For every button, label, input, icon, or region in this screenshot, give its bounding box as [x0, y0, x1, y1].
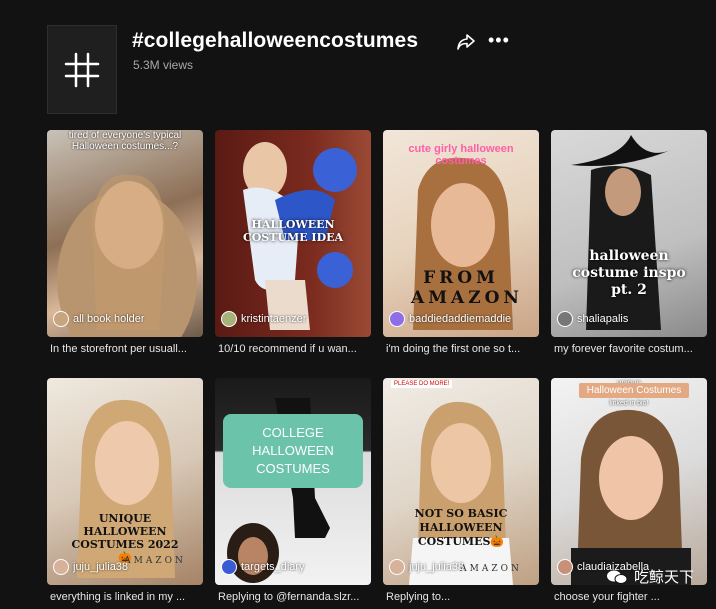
video-author[interactable]: juju_julia38	[53, 559, 128, 575]
hashtag-icon-box	[47, 25, 117, 114]
share-icon[interactable]	[456, 33, 476, 51]
author-name: shaliapalis	[577, 313, 629, 325]
video-card[interactable]: PLEASE DO MORE! NOT SO BASIC HALLOWEEN C…	[383, 378, 539, 585]
video-author[interactable]: juju_julia38	[389, 559, 464, 575]
avatar	[557, 559, 573, 575]
video-overlay-text: COLLEGE HALLOWEEN COSTUMES	[223, 414, 363, 488]
hashtag-icon	[64, 52, 100, 87]
video-card[interactable]: cute girly halloween costumes FROM AMAZO…	[383, 130, 539, 337]
video-overlay-sub: linked in bio!	[609, 400, 649, 407]
video-overlay-text: halloween costume inspo pt. 2	[572, 248, 686, 298]
avatar	[53, 559, 69, 575]
more-options-icon[interactable]: •••	[488, 31, 510, 49]
video-author[interactable]: shaliapalis	[557, 311, 628, 327]
video-overlay-text: HALLOWEEN COSTUME IDEA	[242, 218, 344, 244]
watermark-text: 吃鲸天下	[633, 569, 694, 586]
avatar	[389, 559, 405, 575]
video-thumbnail	[57, 174, 197, 337]
avatar	[221, 311, 237, 327]
video-overlay-label: PLEASE DO MORE!	[391, 380, 453, 388]
author-name: juju_julia38	[73, 561, 129, 573]
view-count: 5.3M views	[133, 58, 194, 72]
author-name: baddiedaddiemaddie	[409, 313, 512, 325]
video-author[interactable]: targets_diary	[221, 559, 305, 575]
video-overlay-text-secondary: FROM AMAZON	[411, 268, 523, 308]
video-caption[interactable]: Replying to @fernanda.slzr...	[218, 591, 374, 603]
video-card[interactable]: COLLEGE HALLOWEEN COSTUMES targets_diary	[215, 378, 371, 585]
watermark: 吃鲸天下	[606, 566, 694, 587]
avatar	[389, 311, 405, 327]
video-card[interactable]: unique Halloween Costumes linked in bio!…	[551, 378, 707, 585]
video-caption[interactable]: i'm doing the first one so t...	[386, 343, 542, 355]
avatar	[53, 311, 69, 327]
video-card[interactable]: tired of everyone's typical Halloween co…	[47, 130, 203, 337]
video-overlay-text: cute girly halloween costumes	[408, 143, 514, 167]
video-caption[interactable]: Replying to...	[386, 591, 542, 603]
video-thumbnail	[409, 401, 513, 585]
video-caption[interactable]: choose your fighter ...	[554, 591, 710, 603]
video-thumbnail	[571, 409, 691, 585]
video-overlay-text: NOT SO BASIC HALLOWEEN COSTUMES🎃	[414, 507, 508, 548]
video-overlay-text: Halloween Costumes	[579, 383, 689, 398]
wechat-icon	[606, 570, 628, 584]
author-name: all book holder	[73, 313, 145, 325]
video-caption[interactable]: my forever favorite costum...	[554, 343, 710, 355]
author-name: kristintaenzer	[241, 313, 307, 325]
video-card[interactable]: UNIQUE HALLOWEEN COSTUMES 2022🎃 AMAZON j…	[47, 378, 203, 585]
video-overlay-text: tired of everyone's typical Halloween co…	[68, 130, 182, 152]
avatar	[221, 559, 237, 575]
avatar	[557, 311, 573, 327]
author-name: targets_diary	[241, 561, 305, 573]
video-author[interactable]: baddiedaddiemaddie	[389, 311, 511, 327]
page-title: #collegehalloweencostumes	[132, 29, 419, 52]
video-author[interactable]: kristintaenzer	[221, 311, 306, 327]
video-author[interactable]: all book holder	[53, 311, 145, 327]
video-thumbnail	[571, 135, 671, 330]
author-name: juju_julia38	[409, 561, 465, 573]
video-card[interactable]: halloween costume inspo pt. 2 shaliapali…	[551, 130, 707, 337]
video-card[interactable]: HALLOWEEN COSTUME IDEA kristintaenzer	[215, 130, 371, 337]
video-caption[interactable]: everything is linked in my ...	[50, 591, 206, 603]
video-caption[interactable]: In the storefront per usuall...	[50, 343, 206, 355]
video-caption[interactable]: 10/10 recommend if u wan...	[218, 343, 374, 355]
